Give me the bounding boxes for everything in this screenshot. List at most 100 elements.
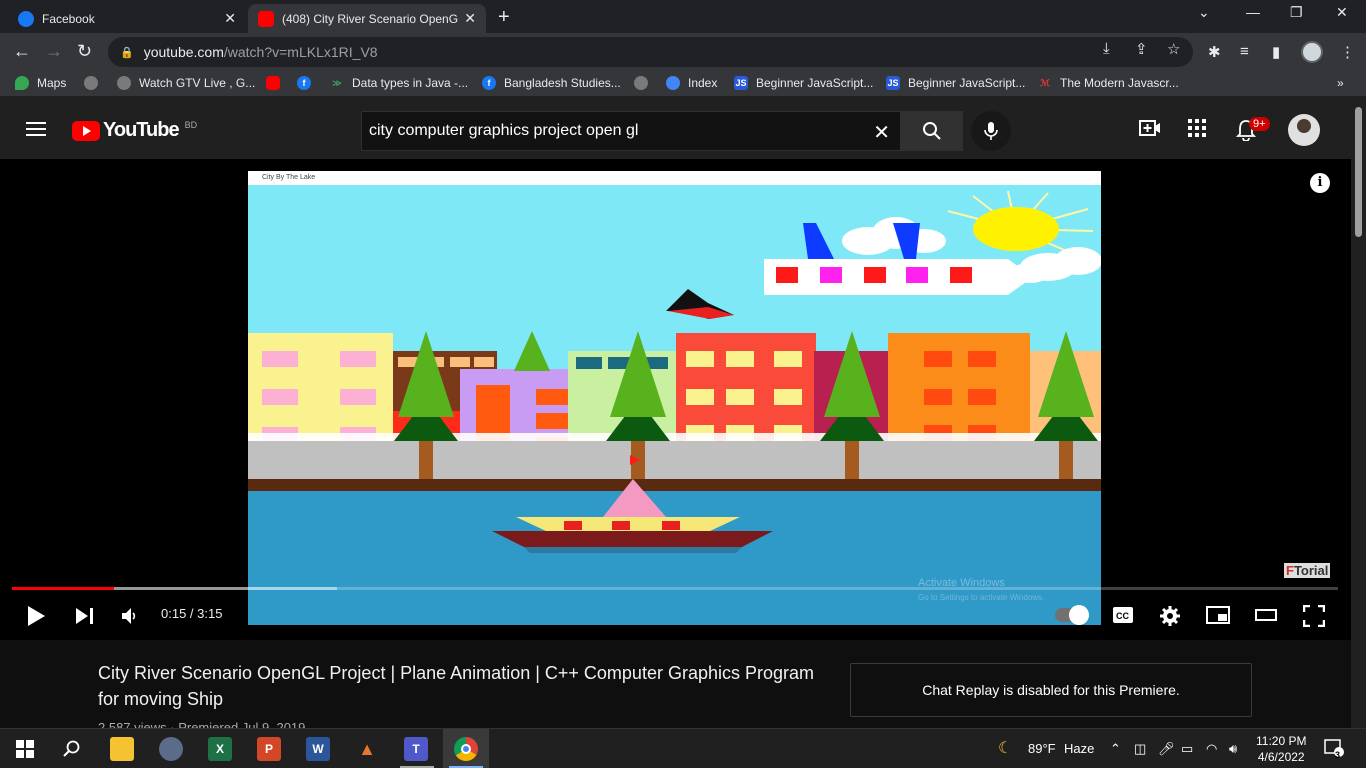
mute-button[interactable] — [120, 605, 140, 632]
bookmark-youtube[interactable] — [266, 76, 288, 90]
bookmark-globe-2[interactable] — [634, 76, 656, 90]
info-icon[interactable]: i — [1310, 173, 1330, 193]
weather-moon-icon[interactable]: ☾ — [998, 738, 1012, 758]
search-icon[interactable] — [60, 737, 84, 761]
extensions-icon[interactable]: ✱ — [1208, 43, 1221, 61]
settings-button[interactable] — [1159, 605, 1181, 632]
video-player[interactable]: City By The Lake i FTorial Activate Wind… — [0, 159, 1351, 640]
powerpoint-icon[interactable]: P — [257, 737, 281, 761]
bookmark-label: Bangladesh Studies... — [504, 76, 621, 90]
search-button[interactable] — [900, 111, 963, 151]
city-river-scene — [248, 171, 1101, 625]
more-bookmarks-icon[interactable]: » — [1337, 76, 1344, 90]
facebook-icon — [18, 10, 34, 27]
search-input[interactable]: city computer graphics project open gl ✕ — [361, 111, 901, 151]
install-app-icon[interactable]: ⤓ — [1103, 40, 1110, 57]
js-icon: JS — [734, 76, 748, 90]
play-icon — [28, 606, 45, 626]
youtube-play-logo-icon — [72, 120, 100, 141]
bookmark-java[interactable]: ≫ Data types in Java -... — [330, 76, 468, 90]
tab-facebook[interactable]: Facebook ✕ — [8, 4, 246, 33]
youtube-logo[interactable]: YouTube BD — [72, 119, 197, 142]
file-explorer-icon[interactable] — [110, 737, 134, 761]
bookmarks-bar: Maps Watch GTV Live , G... f ≫ Data types… — [0, 71, 1366, 97]
menu-icon[interactable]: ⋮ — [1340, 43, 1355, 61]
close-window-button[interactable]: ✕ — [1336, 4, 1348, 21]
weather-desc[interactable]: Haze — [1064, 741, 1094, 756]
bookmark-maps[interactable]: Maps — [15, 76, 66, 90]
play-button[interactable] — [26, 605, 46, 632]
menu-hamburger-icon[interactable] — [26, 122, 46, 136]
new-tab-button[interactable]: + — [498, 6, 510, 29]
bookmark-facebook[interactable]: f — [297, 76, 319, 90]
matlab-icon[interactable]: ▲ — [355, 737, 379, 761]
back-button[interactable]: ← — [13, 41, 31, 62]
system-clock[interactable]: 11:20 PM 4/6/2022 — [1256, 733, 1306, 765]
fullscreen-icon — [1302, 604, 1326, 628]
windows-start-icon[interactable] — [13, 737, 37, 761]
browser-toolbar: ← → ↻ 🔒 youtube.com /watch?v=mLKLx1RI_V8… — [0, 33, 1366, 71]
minimize-button[interactable]: — — [1246, 4, 1260, 20]
bookmark-label: The Modern Javascr... — [1060, 76, 1179, 90]
forward-button[interactable]: → — [45, 41, 63, 62]
share-icon[interactable]: ⇪ — [1135, 40, 1148, 58]
modern-js-icon: ℳ — [1040, 77, 1050, 88]
bookmark-globe[interactable] — [84, 76, 106, 90]
river — [248, 491, 1101, 625]
meet-now-icon[interactable]: ◫ — [1134, 741, 1146, 757]
voice-search-button[interactable] — [971, 111, 1011, 151]
captions-button[interactable]: CC — [1112, 605, 1134, 630]
side-panel-icon[interactable]: ▮ — [1272, 43, 1280, 61]
close-tab-icon[interactable]: ✕ — [464, 10, 476, 27]
bookmark-modern-js[interactable]: ℳ The Modern Javascr... — [1038, 76, 1179, 90]
reload-button[interactable]: ↻ — [77, 41, 92, 62]
microphone-icon[interactable]: 🎤︎ — [1158, 741, 1175, 757]
excel-icon[interactable]: X — [208, 737, 232, 761]
speaker-icon[interactable]: 🔊︎ — [1229, 741, 1237, 757]
media-control-icon[interactable]: ≡ — [1240, 43, 1249, 60]
bookmark-star-icon[interactable]: ☆ — [1167, 40, 1180, 58]
create-video-icon[interactable] — [1139, 119, 1161, 142]
clock-date: 4/6/2022 — [1257, 750, 1305, 764]
close-tab-icon[interactable]: ✕ — [224, 10, 236, 27]
action-center-icon[interactable] — [1324, 739, 1344, 760]
bookmark-index[interactable]: Index — [666, 76, 717, 90]
wifi-icon[interactable]: ◠ — [1206, 741, 1217, 757]
tab-title: Facebook — [42, 11, 95, 26]
account-avatar[interactable] — [1288, 114, 1320, 146]
progress-bar[interactable] — [12, 587, 1338, 590]
tab-title: (408) City River Scenario OpenGL — [282, 11, 459, 26]
watermark-letter: F — [1286, 563, 1294, 578]
show-hidden-icons-icon[interactable]: ⌃ — [1110, 741, 1121, 757]
chrome-icon[interactable] — [454, 737, 478, 761]
scrollbar-thumb[interactable] — [1355, 107, 1362, 237]
tab-youtube[interactable]: (408) City River Scenario OpenGL ✕ — [248, 4, 486, 33]
bookmark-bangladesh[interactable]: f Bangladesh Studies... — [482, 76, 621, 90]
bookmark-label: Beginner JavaScript... — [908, 76, 1026, 90]
weather-temp[interactable]: 89°F — [1028, 741, 1056, 756]
bookmark-js-1[interactable]: JS Beginner JavaScript... — [734, 76, 873, 90]
app-icon[interactable] — [159, 737, 183, 761]
autoplay-toggle[interactable] — [1055, 605, 1089, 625]
address-bar[interactable]: 🔒 youtube.com /watch?v=mLKLx1RI_V8 — [108, 37, 1193, 67]
video-frame[interactable]: City By The Lake — [248, 171, 1101, 625]
bookmark-gtv[interactable]: Watch GTV Live , G... — [117, 76, 255, 90]
teams-icon[interactable]: T — [404, 737, 428, 761]
fullscreen-button[interactable] — [1302, 604, 1326, 632]
apps-grid-icon[interactable] — [1188, 119, 1206, 142]
profile-avatar[interactable] — [1301, 41, 1323, 63]
channel-watermark[interactable]: FTorial — [1284, 563, 1331, 578]
restore-button[interactable]: ❐ — [1290, 4, 1303, 21]
next-button[interactable] — [75, 605, 95, 632]
maps-icon — [15, 76, 29, 90]
search-query: city computer graphics project open gl — [369, 122, 639, 139]
battery-icon[interactable]: ▭ — [1181, 741, 1193, 757]
clear-search-icon[interactable]: ✕ — [873, 120, 890, 145]
page-scrollbar[interactable] — [1351, 97, 1366, 728]
windows-taskbar: X P W ▲ T ☾ 89°F Haze ⌃ ◫ 🎤︎ ▭ ◠ 🔊︎ 11:2… — [0, 728, 1366, 768]
miniplayer-button[interactable] — [1206, 605, 1230, 630]
theater-mode-button[interactable] — [1254, 605, 1278, 630]
word-icon[interactable]: W — [306, 737, 330, 761]
tab-search-icon[interactable]: ⌄ — [1198, 4, 1210, 21]
bookmark-js-2[interactable]: JS Beginner JavaScript... — [886, 76, 1025, 90]
